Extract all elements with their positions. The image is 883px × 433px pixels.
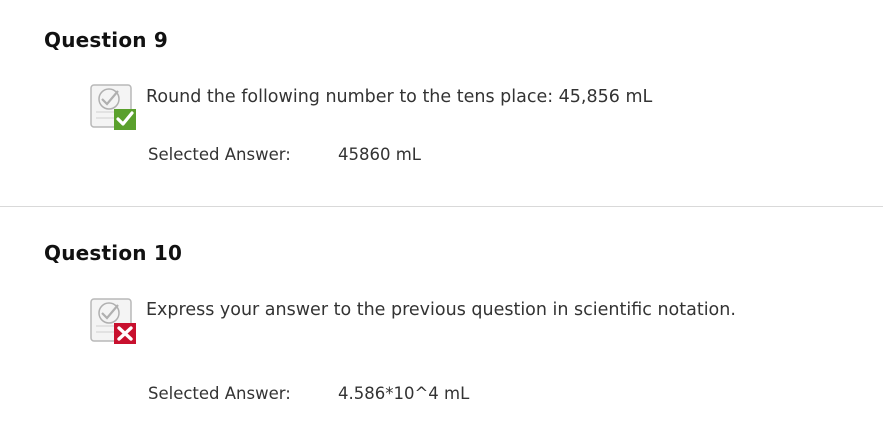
correct-checkmark-icon [90, 84, 136, 130]
selected-answer-value: 4.586*10^4 mL [338, 384, 470, 403]
question-text: Round the following number to the tens p… [146, 87, 653, 107]
question-text: Express your answer to the previous ques… [146, 300, 736, 320]
question-9-block: Question 9 Round the following number to… [0, 0, 883, 207]
question-10-block: Question 10 Express your answer to the p… [0, 207, 883, 433]
incorrect-x-icon [90, 298, 136, 344]
question-title: Question 10 [44, 241, 183, 265]
selected-answer-label: Selected Answer: [148, 384, 291, 403]
selected-answer-value: 45860 mL [338, 145, 421, 164]
selected-answer-label: Selected Answer: [148, 145, 291, 164]
question-title: Question 9 [44, 28, 168, 52]
